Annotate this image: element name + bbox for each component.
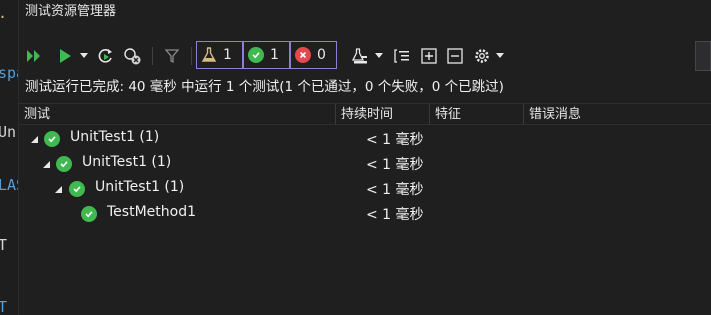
group-by-icon[interactable] [391, 41, 413, 71]
run-summary: 测试运行已完成: 40 毫秒 中运行 1 个测试(1 个已通过，0 个失败，0 … [25, 79, 504, 95]
editor-fragment: spa [0, 64, 18, 82]
editor-fragment: Un [0, 123, 17, 141]
expanded-arrow-icon[interactable] [55, 186, 62, 193]
failed-tests-counter[interactable]: 0 [290, 41, 337, 69]
passed-icon [248, 47, 264, 63]
total-tests-counter[interactable]: 1 [196, 41, 243, 69]
tree-item-label: UnitTest1 (1) [95, 179, 185, 195]
tree-item-duration: < 1 毫秒 [366, 182, 424, 198]
column-error-message[interactable]: 错误消息 [524, 104, 711, 125]
collapse-all-icon[interactable] [444, 41, 466, 71]
settings-dropdown-icon[interactable] [495, 41, 505, 71]
total-count: 1 [223, 47, 232, 63]
toolbar: 1 1 0 [19, 41, 711, 71]
expand-all-icon[interactable] [418, 41, 440, 71]
editor-strip: · spa Un LAS T T [0, 0, 19, 315]
tree-row[interactable]: UnitTest1 (1) < 1 毫秒 [19, 176, 711, 201]
filter-icon[interactable] [161, 41, 183, 71]
passed-icon [69, 181, 85, 197]
test-explorer-panel: 测试资源管理器 1 1 0 测试运行已完成: 40 毫秒 中运行 1 个测试(1… [19, 0, 711, 315]
playlist-icon[interactable] [349, 41, 371, 71]
column-test[interactable]: 测试 [19, 104, 336, 125]
toolbar-separator [191, 47, 192, 65]
passed-count: 1 [270, 47, 279, 63]
repeat-last-run-icon[interactable] [95, 41, 117, 71]
flask-icon [201, 47, 217, 62]
editor-fragment: · [0, 8, 7, 26]
column-header: 测试 持续时间 特征 错误消息 [19, 103, 711, 125]
cancel-icon[interactable] [121, 41, 143, 71]
settings-icon[interactable] [471, 41, 493, 71]
passed-icon [81, 206, 97, 222]
editor-fragment: T [0, 236, 7, 254]
passed-icon [44, 131, 60, 147]
search-button-edge[interactable] [695, 41, 711, 71]
tree-item-duration: < 1 毫秒 [366, 132, 424, 148]
tree-row[interactable]: UnitTest1 (1) < 1 毫秒 [19, 151, 711, 176]
tree-item-label: TestMethod1 [107, 204, 196, 220]
passed-icon [56, 156, 72, 172]
tree-item-label: UnitTest1 (1) [82, 154, 172, 170]
toolbar-separator [152, 47, 153, 65]
passed-tests-counter[interactable]: 1 [243, 41, 290, 69]
expanded-arrow-icon[interactable] [43, 161, 50, 168]
run-icon[interactable] [55, 41, 75, 71]
tree-row[interactable]: TestMethod1 < 1 毫秒 [19, 201, 711, 226]
editor-fragment: T [0, 298, 7, 315]
tree-item-label: UnitTest1 (1) [70, 129, 160, 145]
tree-item-duration: < 1 毫秒 [366, 157, 424, 173]
expanded-arrow-icon[interactable] [31, 136, 38, 143]
run-all-icon[interactable] [23, 41, 45, 71]
failed-icon [295, 47, 311, 63]
panel-title: 测试资源管理器 [19, 0, 711, 23]
tree-item-duration: < 1 毫秒 [366, 207, 424, 223]
tree-row[interactable]: UnitTest1 (1) < 1 毫秒 [19, 126, 711, 151]
column-duration[interactable]: 持续时间 [336, 104, 430, 125]
dropdown-icon[interactable] [79, 41, 89, 71]
editor-fragment: LAS [0, 176, 18, 194]
playlist-dropdown-icon[interactable] [374, 41, 384, 71]
failed-count: 0 [317, 47, 326, 63]
column-traits[interactable]: 特征 [430, 104, 524, 125]
